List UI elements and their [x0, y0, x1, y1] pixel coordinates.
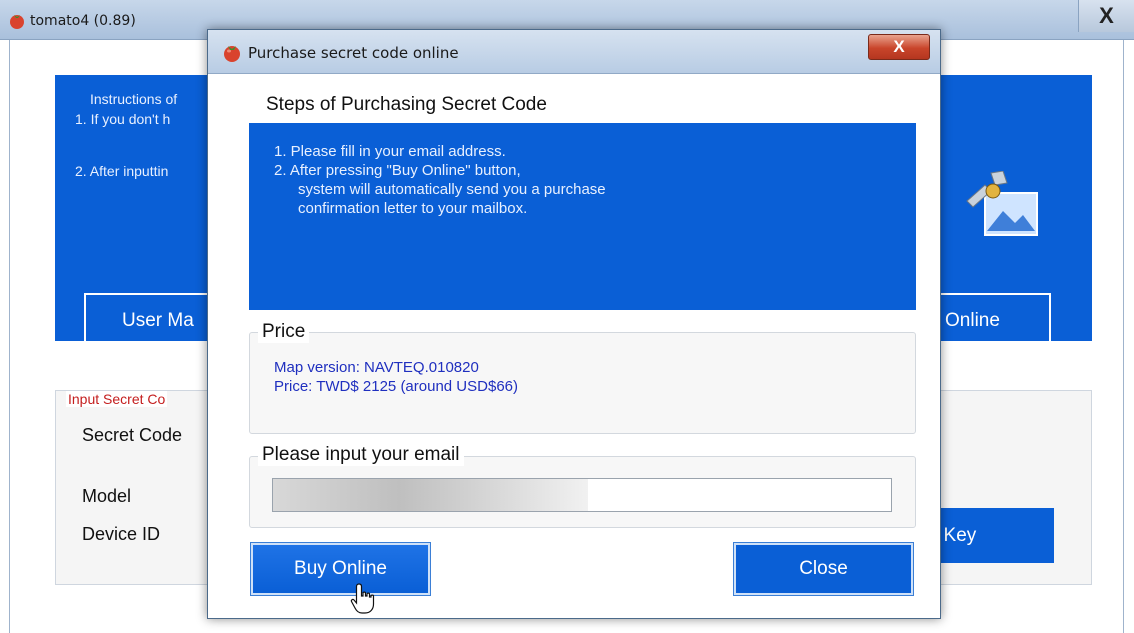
email-title: Please input your email	[258, 444, 464, 466]
price-group: Price Map version: NAVTEQ.010820 Price: …	[249, 321, 916, 434]
input-secret-code-title: Input Secret Co	[66, 391, 168, 407]
main-close-button[interactable]: X	[1078, 0, 1134, 32]
steps-title: Steps of Purchasing Secret Code	[266, 94, 547, 115]
instruction-1: 1. If you don't h	[75, 111, 171, 127]
step-2: 2. After pressing "Buy Online" button,	[274, 162, 521, 179]
map-version-text: Map version: NAVTEQ.010820	[274, 359, 479, 376]
email-group: Please input your email	[249, 444, 916, 528]
close-button[interactable]: Close	[733, 542, 914, 596]
main-title-wrap: tomato4 (0.89)	[8, 12, 136, 30]
close-icon: X	[1099, 3, 1114, 28]
step-1: 1. Please fill in your email address.	[274, 143, 506, 160]
secret-code-label: Secret Code	[82, 425, 183, 445]
satellite-icon	[966, 171, 1038, 236]
dialog-close-x-button[interactable]: X	[868, 34, 930, 60]
email-input[interactable]	[272, 478, 892, 512]
instructions-title: Instructions of	[90, 91, 178, 107]
dialog-title: Purchase secret code online	[248, 44, 459, 62]
dialog-titlebar: Purchase secret code online X	[208, 30, 940, 74]
price-title: Price	[258, 321, 310, 343]
price-text: Price: TWD$ 2125 (around USD$66)	[274, 378, 518, 395]
tomato-icon	[224, 46, 240, 62]
device-id-label: Device ID	[82, 524, 161, 544]
dialog-body: Steps of Purchasing Secret Code 1. Pleas…	[208, 74, 940, 618]
instruction-2: 2. After inputtin	[75, 163, 169, 179]
steps-panel: 1. Please fill in your email address. 2.…	[249, 123, 916, 310]
tomato-icon	[10, 15, 24, 29]
close-icon: X	[893, 37, 905, 56]
main-window-title: tomato4 (0.89)	[30, 13, 136, 29]
model-label: Model	[82, 486, 132, 506]
step-2-continued-2: confirmation letter to your mailbox.	[298, 200, 528, 217]
buy-online-button[interactable]: Buy Online	[250, 542, 431, 596]
step-2-continued: system will automatically send you a pur…	[298, 181, 606, 198]
purchase-dialog: Purchase secret code online X Steps of P…	[207, 29, 941, 619]
hand-pointer-icon	[350, 583, 375, 614]
dialog-title-wrap: Purchase secret code online	[222, 43, 459, 63]
